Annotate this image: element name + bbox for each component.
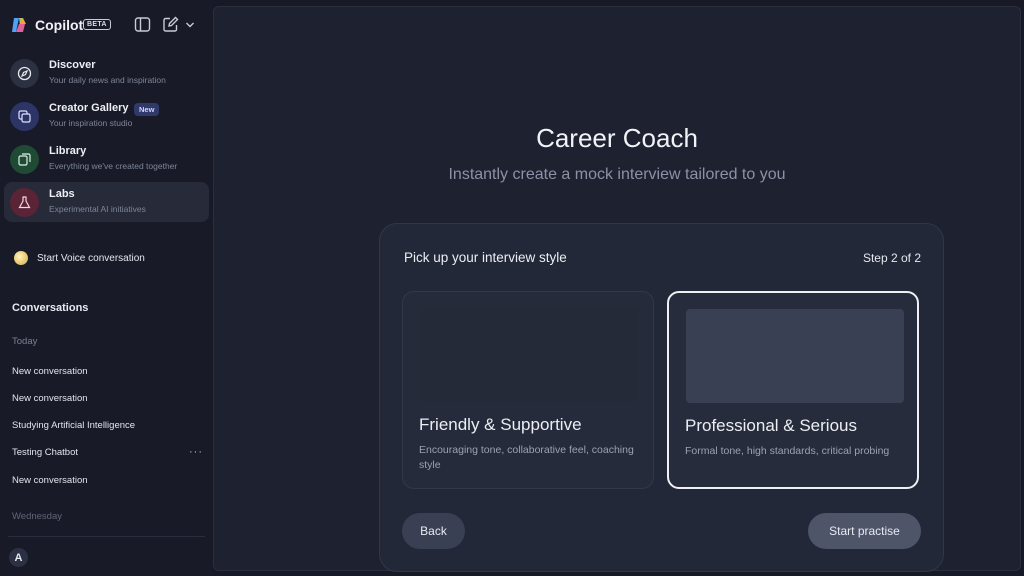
compose-icon[interactable]	[162, 16, 179, 33]
option-image	[420, 308, 638, 402]
conversation-item[interactable]: New conversation	[12, 393, 88, 404]
chevron-down-icon[interactable]	[184, 16, 196, 33]
start-practise-button[interactable]: Start practise	[808, 513, 921, 549]
sidebar-header: Copilot BETA	[0, 0, 213, 50]
main-panel: Career Coach Instantly create a mock int…	[213, 6, 1021, 572]
page-subtitle: Instantly create a mock interview tailor…	[448, 166, 786, 183]
nav-subtitle: Experimental AI initiatives	[49, 204, 146, 214]
start-voice-button[interactable]: Start Voice conversation	[12, 249, 207, 269]
app-name: Copilot	[35, 17, 84, 33]
option-title: Friendly & Supportive	[419, 415, 582, 434]
nav-title: Discover	[49, 59, 96, 71]
option-description: Formal tone, high standards, critical pr…	[685, 445, 890, 457]
nav-title: Library	[49, 145, 87, 157]
avatar[interactable]: A	[9, 548, 28, 567]
nav-item-library[interactable]: Library Everything we've created togethe…	[4, 139, 209, 179]
option-description: Encouraging tone, collaborative feel, co…	[419, 444, 634, 471]
beta-badge: BETA	[83, 19, 111, 30]
flask-icon	[10, 188, 39, 217]
sidebar-toggle-icon[interactable]	[134, 16, 151, 33]
nav-title: Creator Gallery	[49, 102, 129, 114]
nav-subtitle: Your daily news and inspiration	[49, 75, 166, 85]
nav-subtitle: Your inspiration studio	[49, 118, 133, 128]
conversation-item[interactable]: Testing Chatbot	[12, 447, 78, 458]
sidebar-divider	[8, 536, 205, 537]
card-title: Pick up your interview style	[404, 250, 567, 265]
interview-style-card: Pick up your interview style Step 2 of 2…	[379, 223, 944, 572]
voice-orb-icon	[14, 251, 28, 265]
group-label-wednesday: Wednesday	[12, 511, 62, 522]
conversation-item[interactable]: Studying Artificial Intelligence	[12, 420, 135, 431]
compass-icon	[10, 59, 39, 88]
nav-item-creator-gallery[interactable]: Creator Gallery New Your inspiration stu…	[4, 96, 209, 136]
option-title: Professional & Serious	[685, 416, 857, 435]
page-title: Career Coach	[536, 123, 698, 153]
step-indicator: Step 2 of 2	[862, 251, 921, 265]
library-icon	[10, 145, 39, 174]
new-badge: New	[134, 103, 160, 116]
nav-title: Labs	[49, 188, 75, 200]
nav-subtitle: Everything we've created together	[49, 161, 178, 171]
more-options-icon[interactable]: ···	[189, 446, 203, 458]
nav-item-labs[interactable]: Labs Experimental AI initiatives	[4, 182, 209, 222]
copilot-logo-icon	[12, 18, 26, 32]
group-label-today: Today	[12, 336, 38, 347]
option-image	[686, 309, 904, 403]
back-button[interactable]: Back	[402, 513, 465, 549]
voice-label: Start Voice conversation	[37, 253, 145, 264]
sidebar: Copilot BETA Discover Your daily news an…	[0, 0, 213, 576]
conversation-item[interactable]: New conversation	[12, 366, 88, 377]
conversation-item[interactable]: New conversation	[12, 475, 88, 486]
gallery-icon	[10, 102, 39, 131]
nav-item-discover[interactable]: Discover Your daily news and inspiration	[4, 53, 209, 93]
conversations-heading: Conversations	[12, 302, 89, 314]
option-professional-serious[interactable]: Professional & Serious Formal tone, high…	[667, 291, 919, 489]
option-friendly-supportive[interactable]: Friendly & Supportive Encouraging tone, …	[402, 291, 654, 489]
